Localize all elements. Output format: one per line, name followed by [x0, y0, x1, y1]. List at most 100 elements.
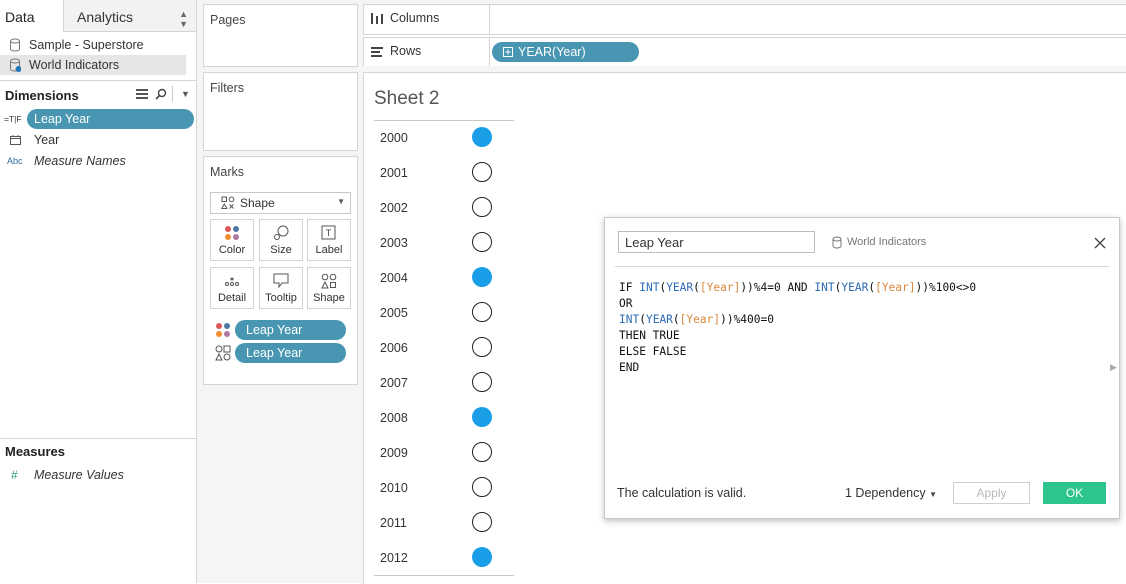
pages-card[interactable]: Pages [203, 4, 358, 67]
leap-year-pill[interactable]: Leap Year [27, 109, 194, 129]
formula-line: THEN TRUE [619, 328, 976, 344]
tooltip-icon [273, 273, 289, 289]
year-row[interactable]: 2007 [374, 366, 514, 401]
year-label: 2001 [380, 166, 408, 180]
year-row[interactable]: 2010 [374, 471, 514, 506]
year-row[interactable]: 2009 [374, 436, 514, 471]
apply-button[interactable]: Apply [953, 482, 1030, 504]
rows-shelf[interactable]: Rows YEAR(Year) [363, 37, 1126, 68]
search-icon[interactable] [155, 88, 167, 100]
measure-field-measure-values[interactable]: # Measure Values [0, 465, 196, 485]
formula-editor[interactable]: IF INT(YEAR([Year]))%4=0 AND INT(YEAR([Y… [619, 280, 976, 376]
tab-analytics[interactable]: Analytics ▲ ▼ [64, 0, 196, 32]
non-leap-year-mark[interactable] [472, 302, 492, 322]
mark-type-dropdown[interactable]: Shape ▼ [210, 192, 351, 214]
non-leap-year-mark[interactable] [472, 232, 492, 252]
shape-encoding-pill[interactable]: Leap Year [235, 343, 346, 363]
year-row[interactable]: 2011 [374, 506, 514, 541]
datasource-label: World Indicators [29, 58, 120, 72]
tooltip-button[interactable]: Tooltip [259, 267, 303, 309]
divider [615, 266, 1109, 267]
year-row[interactable]: 2008 [374, 401, 514, 436]
database-icon [832, 236, 842, 249]
year-row[interactable]: 2003 [374, 226, 514, 261]
detail-button[interactable]: Detail [210, 267, 254, 309]
calculation-dialog: Leap Year World Indicators IF INT(YEAR([… [604, 217, 1120, 519]
columns-shelf[interactable]: Columns [363, 4, 1126, 35]
chevron-down-icon: ▼ [929, 490, 938, 499]
formula-line: ELSE FALSE [619, 344, 976, 360]
close-icon[interactable] [1094, 237, 1106, 249]
leap-year-mark[interactable] [472, 127, 492, 147]
datasource-item-superstore[interactable]: Sample - Superstore [0, 35, 186, 55]
tooltip-button-label: Tooltip [265, 292, 297, 304]
chevron-down-icon[interactable]: ▼ [181, 89, 190, 99]
non-leap-year-mark[interactable] [472, 197, 492, 217]
field-label: Leap Year [34, 112, 91, 126]
measures-header: Measures [5, 444, 65, 459]
color-encoding-icon [216, 323, 230, 337]
database-active-icon [10, 58, 21, 72]
non-leap-year-mark[interactable] [472, 512, 492, 532]
divider [489, 38, 490, 67]
non-leap-year-mark[interactable] [472, 372, 492, 392]
dimension-field-leap-year[interactable]: =T|F Leap Year [0, 109, 196, 129]
svg-text:T: T [326, 228, 332, 238]
year-label: 2010 [380, 481, 408, 495]
non-leap-year-mark[interactable] [472, 162, 492, 182]
non-leap-year-mark[interactable] [472, 477, 492, 497]
year-row[interactable]: 2000 [374, 121, 514, 156]
year-row[interactable]: 2006 [374, 331, 514, 366]
dependency-label: 1 Dependency [845, 486, 926, 500]
tab-menu-arrows-icon[interactable]: ▲ ▼ [179, 9, 188, 29]
number-type-icon: # [11, 468, 18, 482]
datasource-item-world-indicators[interactable]: World Indicators [0, 55, 186, 75]
sheet-title: Sheet 2 [374, 88, 440, 109]
year-row[interactable]: 2001 [374, 156, 514, 191]
year-label: 2009 [380, 446, 408, 460]
tab-data[interactable]: Data [0, 0, 64, 32]
dimension-field-year[interactable]: Year [0, 130, 196, 150]
calc-status: The calculation is valid. [617, 486, 747, 500]
columns-label: Columns [390, 11, 440, 25]
marks-card: Marks Shape ▼ Color Size T Label Detail … [203, 156, 358, 385]
year-label: 2003 [380, 236, 408, 250]
expand-panel-arrow-icon[interactable]: ▶ [1110, 362, 1117, 373]
year-row-pill[interactable]: YEAR(Year) [492, 42, 639, 62]
color-button[interactable]: Color [210, 219, 254, 261]
divider [0, 438, 196, 439]
mark-type-label: Shape [240, 196, 275, 210]
formula-line: OR [619, 296, 976, 312]
leap-year-mark[interactable] [472, 407, 492, 427]
shape-button[interactable]: Shape [307, 267, 351, 309]
size-button-label: Size [270, 244, 292, 256]
tab-analytics-label: Analytics [77, 9, 134, 25]
label-button[interactable]: T Label [307, 219, 351, 261]
pages-title: Pages [210, 13, 246, 27]
year-row[interactable]: 2005 [374, 296, 514, 331]
leap-year-mark[interactable] [472, 267, 492, 287]
dependency-dropdown[interactable]: 1 Dependency ▼ [845, 486, 937, 500]
year-row[interactable]: 2004 [374, 261, 514, 296]
color-encoding-pill[interactable]: Leap Year [235, 320, 346, 340]
expand-plus-icon[interactable] [503, 47, 513, 57]
formula-token: ( [693, 281, 700, 294]
formula-token: YEAR [645, 313, 673, 326]
pill-label: Leap Year [246, 323, 303, 337]
dimension-field-measure-names[interactable]: Abc Measure Names [0, 151, 196, 171]
ok-button[interactable]: OK [1043, 482, 1106, 504]
size-button[interactable]: Size [259, 219, 303, 261]
leap-year-mark[interactable] [472, 547, 492, 567]
year-row[interactable]: 2002 [374, 191, 514, 226]
formula-token: ( [639, 313, 646, 326]
filters-title: Filters [210, 81, 245, 95]
filters-card[interactable]: Filters [203, 72, 358, 151]
calc-name-field[interactable]: Leap Year [618, 231, 815, 253]
formula-line: END [619, 360, 976, 376]
footer-divider [374, 575, 514, 576]
year-row[interactable]: 2012 [374, 541, 514, 576]
view-list-icon[interactable] [136, 89, 148, 99]
non-leap-year-mark[interactable] [472, 442, 492, 462]
non-leap-year-mark[interactable] [472, 337, 492, 357]
detail-icon [225, 277, 239, 286]
